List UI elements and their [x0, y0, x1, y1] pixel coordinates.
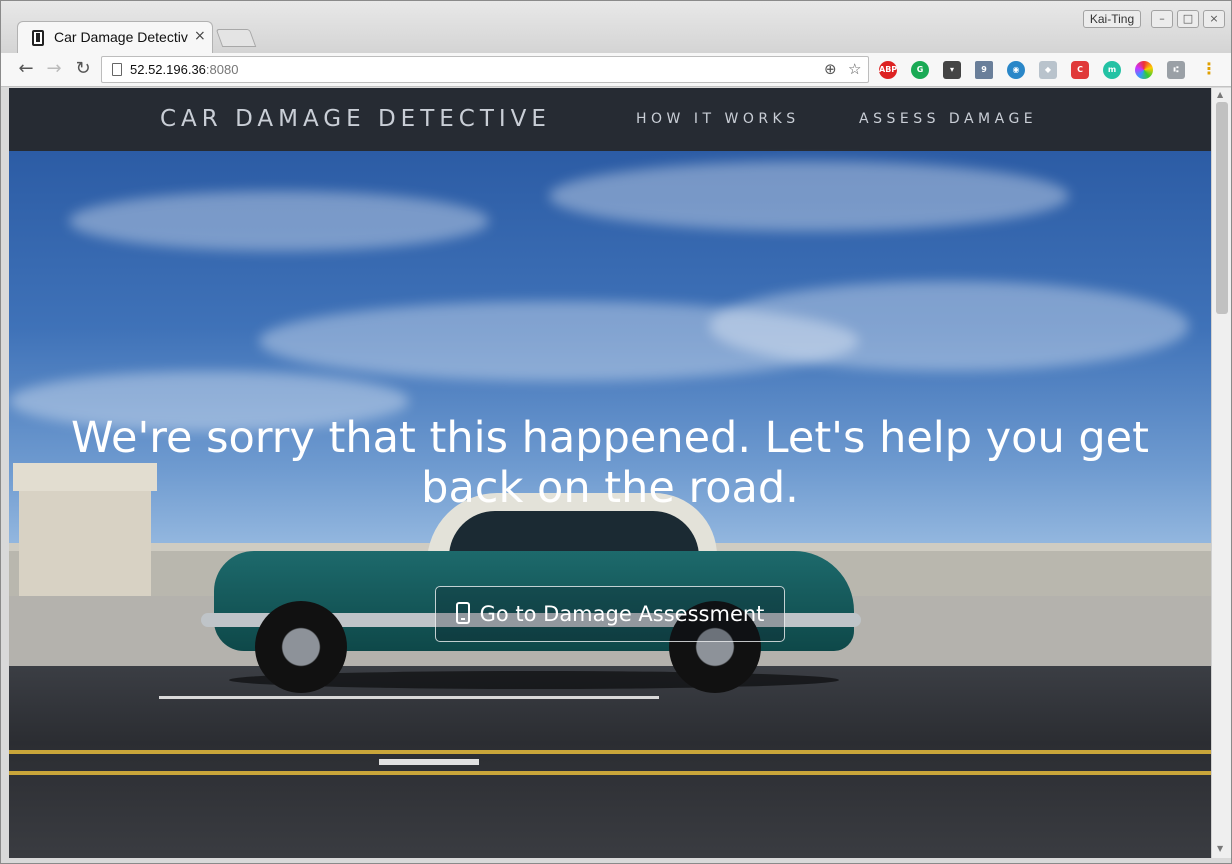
- scroll-up-icon[interactable]: ▲: [1217, 90, 1223, 99]
- close-window-icon[interactable]: ×: [1203, 10, 1225, 28]
- tab-count-badge: 9: [981, 65, 987, 74]
- minimize-icon[interactable]: –: [1151, 10, 1173, 28]
- road: [9, 666, 1211, 858]
- eye-icon[interactable]: ◉: [1007, 61, 1025, 79]
- maximize-icon[interactable]: □: [1177, 10, 1199, 28]
- cloud-shape: [69, 191, 489, 251]
- lane-marking: [159, 696, 659, 699]
- cloud-shape: [709, 281, 1189, 371]
- cloud-shape: [549, 161, 1069, 231]
- tab-title: Car Damage Detective: [54, 29, 188, 45]
- browser-toolbar: ← → ↻ 52.52.196.36:8080 ⊕ ☆ ABP G ▾ 9 ◉ …: [1, 53, 1231, 87]
- profile-badge[interactable]: Kai-Ting: [1083, 10, 1141, 28]
- nav-assess-damage[interactable]: ASSESS DAMAGE: [859, 111, 1037, 127]
- pocket-icon[interactable]: ▾: [943, 61, 961, 79]
- colorwheel-icon[interactable]: [1135, 61, 1153, 79]
- back-icon[interactable]: ←: [15, 58, 37, 80]
- phone-favicon-icon: [32, 30, 44, 46]
- new-tab-button[interactable]: [215, 29, 257, 47]
- title-bar: Car Damage Detective × Kai-Ting – □ ×: [1, 1, 1231, 53]
- scroll-thumb[interactable]: [1216, 102, 1228, 314]
- reload-icon[interactable]: ↻: [72, 58, 94, 80]
- shield-icon[interactable]: C: [1071, 61, 1089, 79]
- page-scrollbar[interactable]: ▲ ▼: [1211, 88, 1231, 858]
- grammarly-icon[interactable]: G: [911, 61, 929, 79]
- yellow-line: [9, 771, 1211, 775]
- close-tab-icon[interactable]: ×: [194, 28, 206, 44]
- car-wheel: [255, 601, 347, 693]
- forward-icon[interactable]: →: [43, 58, 65, 80]
- hero-section: We're sorry that this happened. Let's he…: [9, 151, 1211, 858]
- address-bar[interactable]: 52.52.196.36:8080 ⊕ ☆: [101, 56, 869, 83]
- menu-icon[interactable]: ⋮: [1201, 59, 1217, 78]
- tab-counter-icon[interactable]: 9: [975, 61, 993, 79]
- url-text: 52.52.196.36:8080: [130, 62, 239, 77]
- zoom-icon[interactable]: ⊕: [824, 60, 837, 78]
- bookmark-star-icon[interactable]: ☆: [848, 60, 861, 78]
- dropbox-icon[interactable]: ◆: [1039, 61, 1057, 79]
- damage-assessment-button[interactable]: Go to Damage Assessment: [435, 586, 785, 642]
- browser-tab[interactable]: Car Damage Detective ×: [17, 21, 213, 53]
- page-info-icon[interactable]: [112, 63, 122, 76]
- scroll-down-icon[interactable]: ▼: [1217, 844, 1223, 853]
- hero-headline: We're sorry that this happened. Let's he…: [71, 413, 1149, 513]
- cta-label: Go to Damage Assessment: [479, 602, 765, 626]
- page-viewport: CAR DAMAGE DETECTIVE HOW IT WORKS ASSESS…: [9, 88, 1211, 858]
- site-brand-link[interactable]: CAR DAMAGE DETECTIVE: [160, 106, 551, 132]
- proxy-icon[interactable]: ⑆: [1167, 61, 1185, 79]
- lane-dash: [379, 759, 479, 765]
- m-icon[interactable]: m: [1103, 61, 1121, 79]
- browser-window: Car Damage Detective × Kai-Ting – □ × ← …: [0, 0, 1232, 864]
- yellow-line: [9, 750, 1211, 754]
- abp-icon[interactable]: ABP: [879, 61, 897, 79]
- nav-how-it-works[interactable]: HOW IT WORKS: [636, 111, 800, 127]
- mobile-phone-icon: [455, 602, 470, 624]
- site-navbar: CAR DAMAGE DETECTIVE HOW IT WORKS ASSESS…: [9, 88, 1211, 151]
